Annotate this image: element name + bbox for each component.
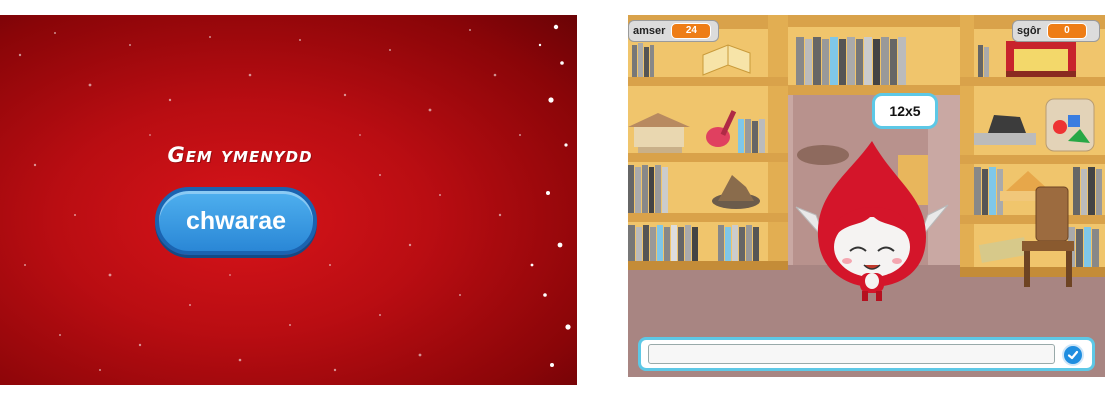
game-stage: amser 24 sgôr 0 12x5 [628,15,1105,377]
timer-readout: amser 24 [628,20,719,42]
game-title: Gem ymenydd [167,143,313,167]
right-bookshelf [960,15,1105,287]
question-bubble: 12x5 [872,93,938,129]
score-value: 0 [1046,23,1087,39]
left-bookshelf [628,15,788,270]
play-button[interactable]: chwarae [155,187,317,255]
title-screen: Gem ymenydd chwarae [0,15,577,385]
answer-box [638,337,1095,371]
submit-button[interactable] [1062,344,1084,366]
question-text: 12x5 [889,103,921,119]
score-readout: sgôr 0 [1012,20,1100,42]
answer-input[interactable] [648,344,1055,364]
timer-value: 24 [671,23,712,39]
score-label: sgôr [1017,25,1041,37]
timer-label: amser [633,25,666,37]
library-backdrop [628,15,1105,377]
checkmark-icon [1067,350,1079,360]
